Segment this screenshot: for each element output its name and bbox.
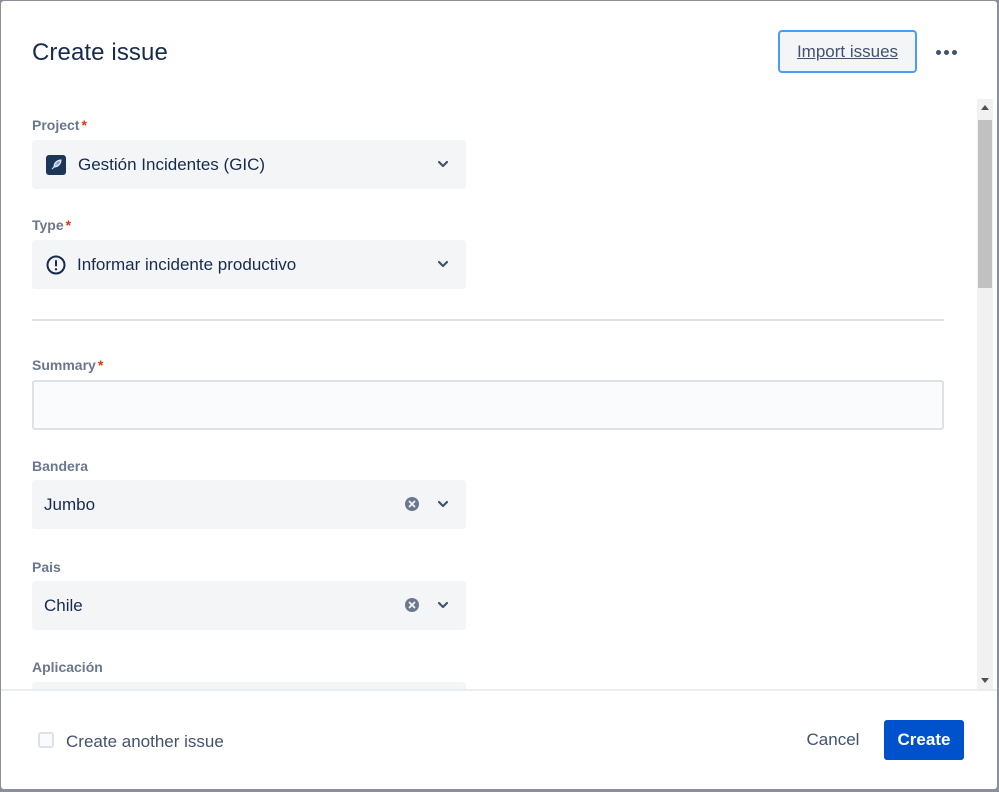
more-actions-button[interactable] — [927, 37, 965, 67]
required-marker: * — [65, 217, 72, 233]
type-label: Type * — [32, 217, 72, 233]
required-marker: * — [97, 357, 104, 373]
project-value: Gestión Incidentes (GIC) — [78, 154, 266, 174]
dialog-header: Create issue Import issues — [1, 1, 997, 97]
bandera-label: Bandera — [32, 458, 89, 474]
create-button[interactable]: Create — [884, 720, 964, 760]
dialog-scrollbar[interactable] — [977, 99, 993, 689]
dialog-footer: Create another issue Cancel Create — [1, 689, 997, 789]
aplicacion-label: Aplicación — [32, 659, 103, 675]
scroll-thumb[interactable] — [978, 120, 992, 288]
bandera-select[interactable]: Jumbo — [32, 480, 466, 529]
project-rocket-icon — [46, 154, 66, 175]
exclamation-circle-icon — [46, 255, 66, 274]
create-another-label[interactable]: Create another issue — [66, 732, 224, 752]
more-icon — [935, 49, 941, 55]
pais-select[interactable]: Chile — [32, 581, 466, 630]
type-value: Informar incidente productivo — [77, 254, 297, 274]
summary-input[interactable] — [32, 380, 944, 430]
clear-icon[interactable] — [404, 597, 420, 613]
create-another-checkbox[interactable] — [38, 732, 54, 748]
pais-value: Chile — [44, 595, 83, 615]
summary-label: Summary * — [32, 357, 104, 373]
chevron-down-icon — [437, 500, 449, 508]
import-issues-button[interactable]: Import issues — [778, 30, 917, 73]
project-select[interactable]: Gestión Incidentes (GIC) — [32, 140, 466, 189]
dialog-body: Project * Gestión Incidentes (GIC) Type * … — [1, 97, 977, 689]
chevron-down-icon — [437, 601, 449, 609]
clear-icon[interactable] — [404, 496, 420, 512]
project-label: Project * — [32, 117, 87, 133]
bandera-value: Jumbo — [44, 494, 96, 514]
scroll-down-arrow[interactable] — [981, 678, 989, 683]
aplicacion-select[interactable] — [32, 682, 466, 689]
dialog-title: Create issue — [32, 39, 168, 66]
section-divider — [32, 319, 944, 321]
create-issue-dialog: Create issue Import issues Project * Gest… — [1, 1, 997, 789]
chevron-down-icon — [437, 160, 449, 168]
type-select[interactable]: Informar incidente productivo — [32, 240, 466, 289]
pais-label: Pais — [32, 559, 61, 575]
cancel-button[interactable]: Cancel — [794, 720, 872, 760]
chevron-down-icon — [437, 260, 449, 268]
required-marker: * — [81, 117, 87, 133]
scroll-up-arrow[interactable] — [981, 105, 989, 110]
